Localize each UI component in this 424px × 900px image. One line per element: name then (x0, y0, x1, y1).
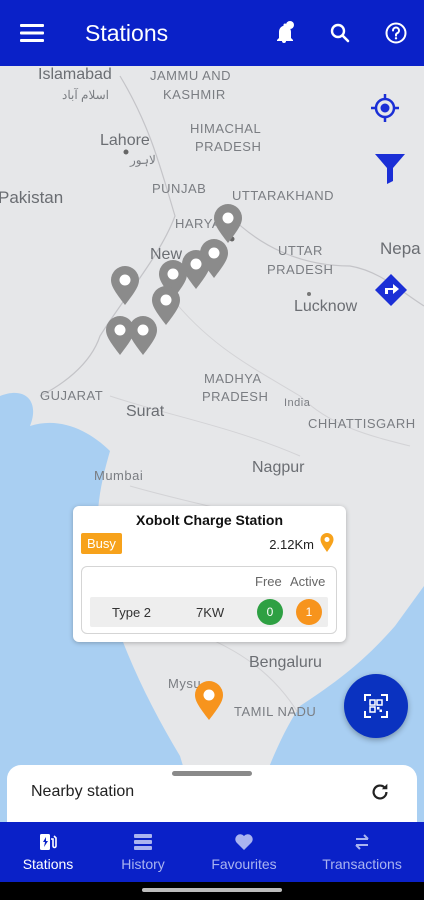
page-title: Stations (85, 20, 169, 46)
map-label-up: UTTAR (278, 243, 323, 258)
connector-power: 7KW (196, 605, 225, 620)
notification-bell-icon[interactable] (272, 21, 296, 45)
tab-history[interactable]: History (103, 822, 183, 882)
station-marker[interactable] (109, 266, 141, 306)
tab-favourites[interactable]: Favourites (204, 822, 284, 882)
search-icon[interactable] (328, 21, 352, 45)
swap-arrows-icon (355, 834, 369, 850)
station-info-card[interactable]: Xobolt Charge Station Busy 2.12Km Free A… (73, 506, 346, 642)
connector-type: Type 2 (112, 605, 152, 620)
filter-icon[interactable] (372, 150, 408, 186)
system-navigation-bar (0, 882, 424, 900)
tab-stations-label: Stations (22, 856, 74, 872)
menu-icon[interactable] (20, 22, 46, 44)
map-label-mp-2: PRADESH (202, 389, 269, 404)
map-label-nepal: Nepa (380, 239, 421, 258)
qr-scan-icon (364, 694, 388, 718)
ev-station-icon (40, 834, 57, 850)
free-header: Free (255, 574, 282, 589)
map-label-hp-2: PRADESH (195, 139, 262, 154)
heart-icon (235, 834, 253, 850)
map-label-hp: HIMACHAL (190, 121, 262, 136)
location-pin-icon (320, 533, 334, 552)
connector-row: Type 2 7KW 0 1 (90, 597, 328, 627)
status-badge: Busy (81, 533, 122, 554)
nearby-station-label: Nearby station (31, 783, 135, 800)
tab-history-label: History (121, 856, 165, 872)
help-icon[interactable] (384, 21, 408, 45)
map-label-uttarakhand: UTTARAKHAND (232, 188, 335, 203)
map-label-lucknow: Lucknow (294, 298, 358, 315)
station-marker[interactable] (212, 204, 244, 244)
map-label-islamabad-urdu: اسلام آباد (62, 88, 109, 102)
directions-icon[interactable] (373, 272, 409, 308)
map-label-gujarat: GUJARAT (40, 388, 104, 403)
map-label-islamabad: Islamabad (38, 66, 112, 83)
active-header: Active (290, 574, 326, 589)
map-label-punjab: PUNJAB (152, 181, 207, 196)
map-label-chhattisgarh: CHHATTISGARH (308, 416, 416, 431)
station-distance: 2.12Km (269, 537, 314, 552)
map-label-pakistan: Pakistan (0, 188, 64, 207)
map-label-surat: Surat (126, 403, 165, 420)
free-count: 0 (257, 599, 283, 625)
bottom-navigation: Stations History Favourites Transactions (0, 822, 424, 882)
map-label-up-2: PRADESH (267, 262, 334, 277)
map-label-jk: JAMMU AND (150, 68, 232, 83)
tab-favourites-label: Favourites (211, 856, 277, 872)
connector-table: Free Active Type 2 7KW 0 1 (81, 566, 337, 634)
tab-transactions[interactable]: Transactions (314, 822, 410, 882)
home-gesture-pill[interactable] (142, 888, 282, 892)
scan-qr-button[interactable] (344, 674, 408, 738)
tab-transactions-label: Transactions (322, 856, 402, 872)
app-bar: Stations (0, 0, 424, 66)
map-label-mp: MADHYA (204, 371, 262, 386)
map-label-mumbai: Mumbai (94, 468, 144, 483)
map-label-bengaluru: Bengaluru (249, 654, 322, 671)
station-marker[interactable] (127, 316, 159, 356)
map-label-lahore-urdu: لاہور (130, 153, 156, 167)
tab-stations[interactable]: Stations (8, 822, 88, 882)
sheet-drag-handle[interactable] (172, 771, 252, 776)
station-name: Xobolt Charge Station (136, 512, 283, 528)
map-label-jk-2: KASHMIR (163, 87, 226, 102)
map-label-india: India (284, 397, 311, 409)
history-list-icon (134, 834, 152, 850)
my-location-icon[interactable] (367, 90, 403, 126)
active-count: 1 (296, 599, 322, 625)
map-label-tamil-nadu: TAMIL NADU (234, 704, 317, 719)
selected-station-marker[interactable] (193, 681, 225, 721)
map-label-nagpur: Nagpur (252, 459, 305, 476)
map-label-lahore: Lahore (100, 132, 150, 149)
refresh-icon[interactable] (369, 781, 391, 803)
